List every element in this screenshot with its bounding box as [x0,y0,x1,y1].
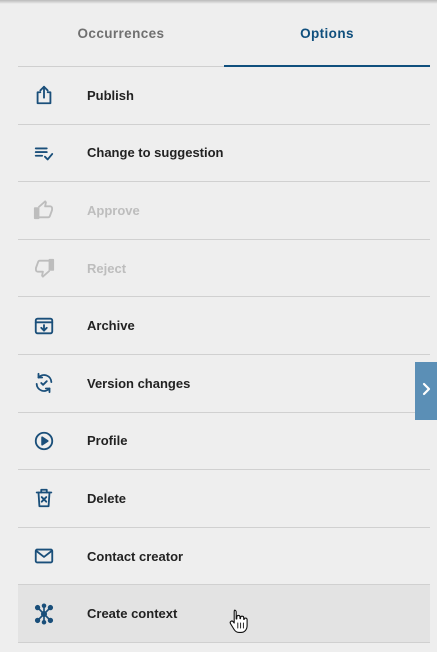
menu-item-change-to-suggestion[interactable]: Change to suggestion [18,125,430,183]
menu-item-label: Approve [87,202,140,218]
menu-item-version-changes[interactable]: Version changes [18,355,430,413]
menu-item-create-context[interactable]: Create context [18,585,430,643]
options-panel: Occurrences Options Publish Change to su… [18,0,430,643]
thumbs-up-icon [18,199,87,221]
publish-icon [18,84,87,106]
thumbs-down-icon [18,257,87,279]
tab-options[interactable]: Options [224,0,430,67]
menu-item-reject: Reject [18,240,430,298]
menu-item-contact-creator[interactable]: Contact creator [18,528,430,586]
chevron-right-icon [421,382,431,401]
delete-icon [18,487,87,509]
menu-item-approve: Approve [18,182,430,240]
archive-icon [18,315,87,337]
hand-cursor-icon [229,609,248,633]
menu-item-publish[interactable]: Publish [18,67,430,125]
side-panel-toggle[interactable] [415,362,437,420]
play-circle-icon [18,430,87,452]
menu-item-label: Contact creator [87,548,184,564]
menu-item-label: Change to suggestion [87,145,224,161]
menu-item-archive[interactable]: Archive [18,297,430,355]
checklist-icon [18,142,87,164]
version-sync-icon [18,372,87,394]
menu-item-label: Profile [87,433,128,449]
menu-item-label: Archive [87,318,135,334]
options-menu: Publish Change to suggestion Approve Rej… [18,67,430,643]
tab-bar: Occurrences Options [18,0,430,67]
menu-item-profile[interactable]: Profile [18,413,430,471]
mail-icon [18,545,87,567]
menu-item-label: Reject [87,260,127,276]
menu-item-label: Version changes [87,375,191,391]
menu-item-delete[interactable]: Delete [18,470,430,528]
tab-occurrences[interactable]: Occurrences [18,0,224,66]
menu-item-label: Delete [87,490,127,506]
menu-item-label: Create context [87,606,178,622]
network-icon [18,603,87,625]
menu-item-label: Publish [87,87,134,103]
